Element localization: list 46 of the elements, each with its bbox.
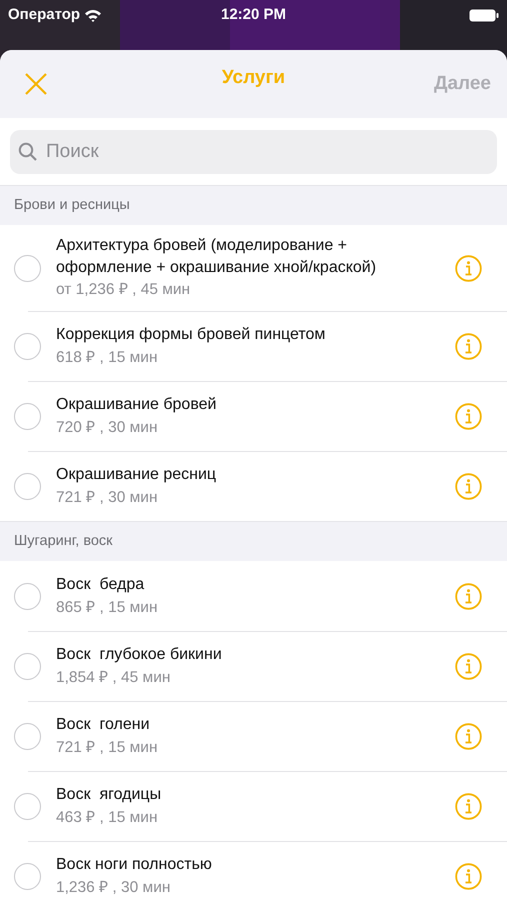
radio-button[interactable] [14,722,41,750]
service-details: 618 ₽ , 15 мин [56,348,159,368]
radio-button[interactable] [14,862,41,890]
service-name: Воск ноги полностью [56,855,213,876]
service-details: от 1,236 ₽ , 45 мин [56,280,192,300]
info-icon[interactable] [455,862,482,890]
battery-icon [469,8,499,22]
info-icon[interactable] [455,582,482,610]
radio-button[interactable] [14,582,41,610]
clock-time: 12:20 PM [220,4,286,25]
radio-button[interactable] [14,792,41,820]
service-name: Воск голени [56,715,150,736]
close-icon[interactable] [24,72,48,96]
radio-button[interactable] [14,652,41,680]
carrier-name: Оператор [8,4,80,25]
service-name: Окрашивание бровей [56,395,218,416]
service-name: Воск бедра [56,575,146,596]
service-details: 720 ₽ , 30 мин [56,418,159,438]
info-icon[interactable] [455,722,482,750]
section-header: Брови и ресницы [0,185,507,225]
service-details: 865 ₽ , 15 мин [56,598,159,618]
info-icon[interactable] [455,652,482,680]
radio-button[interactable] [14,472,41,500]
service-name: Архитектура бровей (моделирование + оформление + окрашивание хной/краской) [56,236,378,278]
service-details: 1,854 ₽ , 45 мин [56,668,172,688]
radio-button[interactable] [14,402,41,430]
service-details: 721 ₽ , 15 мин [56,738,159,758]
service-name: Коррекция формы бровей пинцетом [56,325,326,346]
radio-button[interactable] [14,332,41,360]
section-header: Шугаринг, воск [0,521,507,562]
radio-button[interactable] [14,254,41,282]
service-name: Воск ягодицы [56,785,162,806]
service-name: Воск глубокое бикини [56,645,223,666]
service-details: 1,236 ₽ , 30 мин [56,878,172,898]
info-icon[interactable] [455,254,482,282]
wifi-icon [84,8,102,22]
service-details: 721 ₽ , 30 мин [56,488,159,508]
service-name: Окрашивание ресниц [56,465,218,486]
info-icon[interactable] [455,792,482,820]
info-icon[interactable] [455,472,482,500]
service-details: 463 ₽ , 15 мин [56,808,159,828]
search-icon [18,142,38,162]
header-title: Услуги [222,66,286,90]
info-icon[interactable] [455,332,482,360]
info-icon[interactable] [455,402,482,430]
search-field[interactable]: Поиск [10,130,497,174]
